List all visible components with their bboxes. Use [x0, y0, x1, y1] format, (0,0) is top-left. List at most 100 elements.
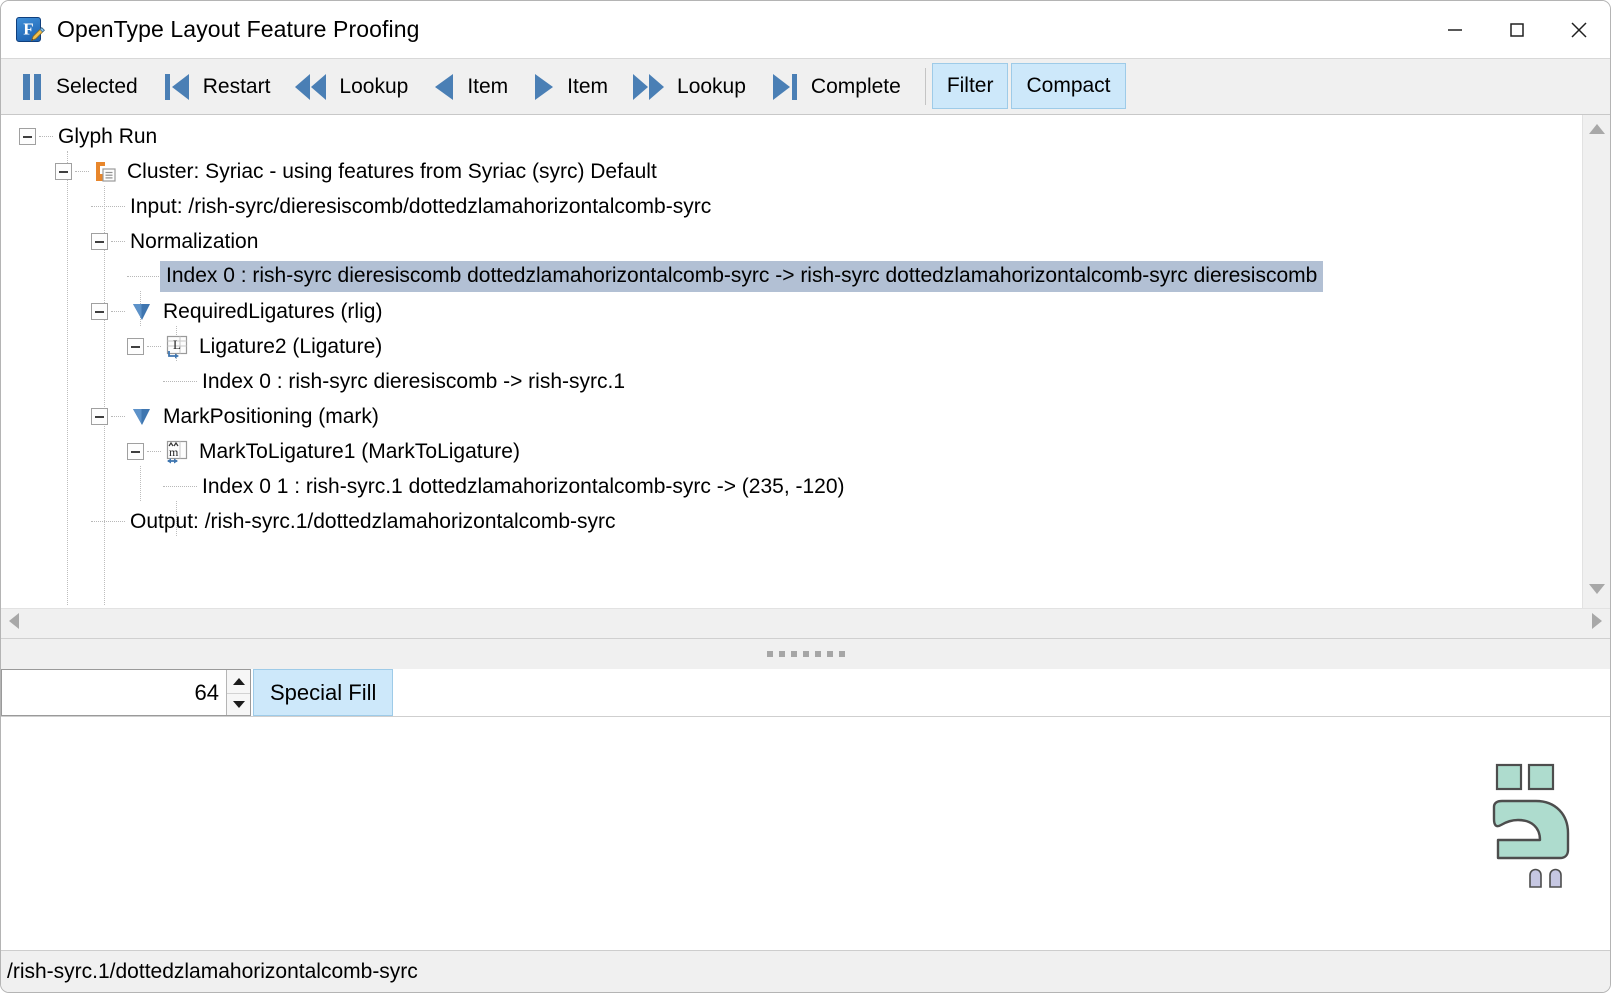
close-button[interactable]	[1548, 1, 1610, 58]
toolbar-label-complete: Complete	[810, 74, 901, 98]
tree-row-mtl-idx01[interactable]: Index 0 1 : rish-syrc.1 dottedzlamahoriz…	[1, 469, 1582, 504]
tree-row-input[interactable]: Input: /rish-syrc/dieresiscomb/dottedzla…	[1, 189, 1582, 224]
tree-row-label: Index 0 1 : rish-syrc.1 dottedzlamahoriz…	[202, 474, 845, 498]
tree-row-label: Cluster: Syriac - using features from Sy…	[127, 159, 657, 183]
tree-row-label: Glyph Run	[58, 124, 158, 148]
tree-expander-collapse-icon[interactable]	[127, 443, 144, 460]
app-window: OpenType Layout Feature Proofing	[0, 0, 1611, 993]
title-bar: OpenType Layout Feature Proofing	[1, 1, 1610, 58]
tree-row-mark[interactable]: MarkPositioning (mark)	[1, 399, 1582, 434]
skip-forward-icon	[770, 72, 800, 102]
syriac-glyph-icon	[1492, 763, 1570, 888]
tree-connector	[111, 416, 125, 417]
tree-row-ligature2[interactable]: L Ligature2 (Ligature)	[1, 329, 1582, 364]
toolbar-label-next-item: Item	[567, 74, 609, 98]
tree-row-output[interactable]: Output: /rish-syrc.1/dottedzlamahorizont…	[1, 504, 1582, 539]
tree-row-marktoligature1[interactable]: m MarkToLigature1 (MarkToLigature)	[1, 434, 1582, 469]
toolbar-button-restart[interactable]: Restart	[152, 59, 285, 114]
glyph-preview-canvas[interactable]	[1, 716, 1610, 950]
tree-connector	[147, 346, 161, 347]
font-size-stepper[interactable]	[1, 669, 251, 716]
stepper-up-button[interactable]	[227, 670, 250, 693]
special-fill-label: Special Fill	[270, 679, 377, 705]
tree-expander-collapse-icon[interactable]	[127, 338, 144, 355]
tree-connector	[163, 486, 197, 487]
caret-down-icon	[232, 700, 245, 708]
skip-back-icon	[162, 72, 192, 102]
tree-row-normalization-idx0[interactable]: Index 0 : rish-syrc dieresiscomb dottedz…	[1, 259, 1582, 294]
close-icon	[1571, 21, 1587, 38]
tree-connector	[111, 241, 125, 242]
filter-toggle-label: Filter	[946, 74, 994, 97]
toolbar-button-prev-lookup[interactable]: Lookup	[284, 59, 422, 114]
pause-bars-icon	[19, 72, 45, 102]
toolbar-label-restart: Restart	[202, 74, 271, 98]
toolbar-button-next-lookup[interactable]: Lookup	[622, 59, 760, 114]
compact-toggle-button[interactable]: Compact	[1011, 63, 1126, 109]
panel-splitter[interactable]	[1, 639, 1610, 669]
fast-forward-double-right-icon	[632, 72, 666, 102]
toolbar-label-selected: Selected	[56, 74, 138, 98]
toolbar-button-next-item[interactable]: Item	[522, 59, 622, 114]
scroll-up-arrow-icon[interactable]	[1588, 122, 1606, 141]
stepper-down-button[interactable]	[227, 692, 250, 715]
stepper-buttons	[226, 670, 250, 715]
tree-expander-collapse-icon[interactable]	[91, 303, 108, 320]
feature-tag-icon	[128, 404, 154, 430]
tree-row-label: Index 0 : rish-syrc dieresiscomb dottedz…	[160, 261, 1324, 292]
tree-expander-collapse-icon[interactable]	[91, 233, 108, 250]
tree-body: Glyph Run Cluster: Syriac - using feature…	[1, 115, 1610, 608]
ligature-table-icon: L	[164, 334, 190, 360]
maximize-icon	[1510, 22, 1524, 37]
minimize-button[interactable]	[1424, 1, 1486, 58]
tree-connector	[91, 206, 125, 207]
mark-table-icon: m	[164, 439, 190, 465]
filter-toggle-button[interactable]: Filter	[931, 63, 1009, 109]
pen-icon	[30, 26, 45, 41]
tree-row-normalization[interactable]: Normalization	[1, 224, 1582, 259]
toolbar-label-prev-item: Item	[467, 74, 509, 98]
tree-row-ligature2-idx0[interactable]: Index 0 : rish-syrc dieresiscomb -> rish…	[1, 364, 1582, 399]
scroll-right-arrow-icon[interactable]	[1590, 612, 1604, 635]
feature-trace-panel: Glyph Run Cluster: Syriac - using feature…	[1, 115, 1610, 639]
caret-up-icon	[232, 677, 245, 685]
scroll-left-arrow-icon[interactable]	[7, 612, 21, 635]
tree-connector	[111, 311, 125, 312]
tree-connector	[127, 276, 161, 277]
splitter-grip-icon	[766, 651, 845, 657]
feature-trace-tree[interactable]: Glyph Run Cluster: Syriac - using feature…	[1, 115, 1582, 608]
tree-vertical-scrollbar[interactable]	[1582, 115, 1610, 608]
app-icon	[15, 15, 45, 45]
special-fill-button[interactable]: Special Fill	[253, 669, 394, 716]
tree-connector	[75, 171, 89, 172]
maximize-button[interactable]	[1486, 1, 1548, 58]
tree-row-glyph-run[interactable]: Glyph Run	[1, 119, 1582, 154]
scroll-down-arrow-icon[interactable]	[1588, 582, 1606, 601]
feature-tag-icon	[128, 299, 154, 325]
tree-horizontal-scrollbar[interactable]	[1, 608, 1610, 638]
tree-row-rlig[interactable]: RequiredLigatures (rlig)	[1, 294, 1582, 329]
compact-toggle-label: Compact	[1026, 74, 1111, 97]
tree-row-label: Ligature2 (Ligature)	[199, 334, 383, 358]
tree-row-label: Input: /rish-syrc/dieresiscomb/dottedzla…	[130, 194, 712, 218]
tree-expander-collapse-icon[interactable]	[91, 408, 108, 425]
rewind-double-left-icon	[294, 72, 328, 102]
tree-row-label: Index 0 : rish-syrc dieresiscomb -> rish…	[202, 369, 626, 393]
tree-expander-collapse-icon[interactable]	[55, 163, 72, 180]
tree-row-cluster[interactable]: Cluster: Syriac - using features from Sy…	[1, 154, 1582, 189]
toolbar-button-complete[interactable]: Complete	[760, 59, 915, 114]
toolbar-button-selected[interactable]: Selected	[9, 59, 152, 114]
toolbar-toggle-group: Filter Compact	[931, 59, 1126, 114]
tree-row-label: RequiredLigatures (rlig)	[163, 299, 383, 323]
minimize-icon	[1448, 28, 1462, 31]
toolbar-button-prev-item[interactable]: Item	[422, 59, 522, 114]
tree-row-label: MarkPositioning (mark)	[163, 404, 379, 428]
tree-connector	[91, 521, 125, 522]
window-title: OpenType Layout Feature Proofing	[57, 16, 420, 42]
preview-control-bar: Special Fill	[1, 669, 1610, 716]
toolbar-label-next-lookup: Lookup	[677, 74, 746, 98]
tree-expander-collapse-icon[interactable]	[19, 128, 36, 145]
cluster-icon	[92, 159, 118, 185]
font-size-input[interactable]	[2, 670, 226, 715]
navigation-toolbar: Selected Restart Lookup Item Item Lookup…	[1, 58, 1610, 115]
